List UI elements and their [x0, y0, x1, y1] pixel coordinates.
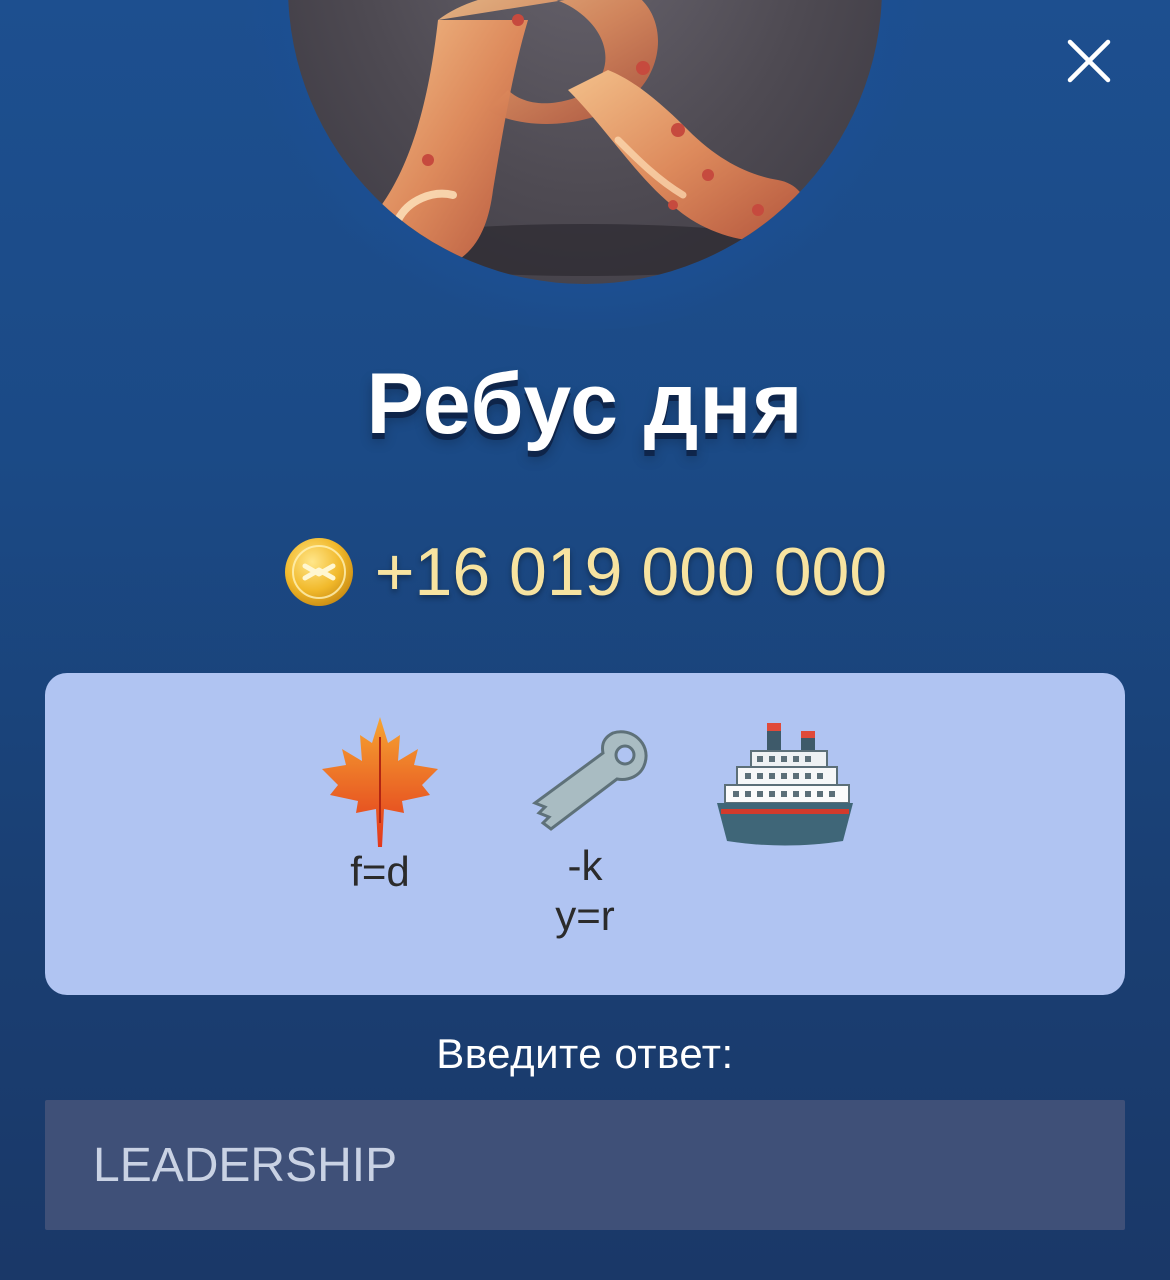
rebus-item-maple-leaf: f=d [315, 713, 445, 897]
rebus-hint: -k [567, 842, 603, 889]
rebus-card: f=d -k y=r [45, 673, 1125, 995]
reward-row: +16 019 000 000 [0, 530, 1170, 614]
hero-image [288, 0, 882, 284]
answer-label: Введите ответ: [436, 1030, 734, 1077]
rebus-item-ship [713, 719, 857, 849]
ship-icon [717, 723, 853, 846]
reward-amount: +16 019 000 000 [374, 534, 888, 610]
close-button[interactable] [1060, 32, 1118, 90]
letter-r-balloon-icon [355, 0, 815, 276]
answer-input[interactable] [45, 1100, 1125, 1230]
rebus-hint: f=d [350, 848, 410, 895]
coin-icon [284, 538, 353, 606]
page-title: Ребус дня [366, 356, 804, 452]
close-icon [1067, 39, 1111, 83]
rebus-item-key: -k y=r [515, 723, 655, 941]
maple-leaf-icon [322, 717, 438, 847]
rebus-hint: y=r [555, 892, 615, 939]
key-icon [531, 730, 648, 831]
